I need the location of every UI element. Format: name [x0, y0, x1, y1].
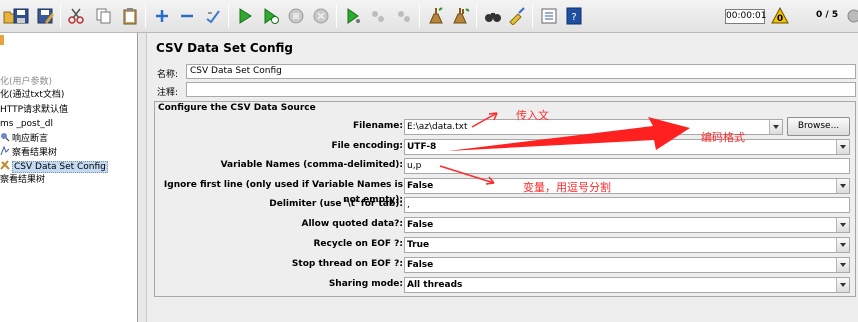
annotation-encoding: 编码格式 [701, 131, 745, 144]
annotation-arrows [439, 112, 690, 185]
annotation-filename: 传入文 [516, 109, 549, 122]
annotation-variables: 变量，用逗号分割 [523, 181, 611, 194]
